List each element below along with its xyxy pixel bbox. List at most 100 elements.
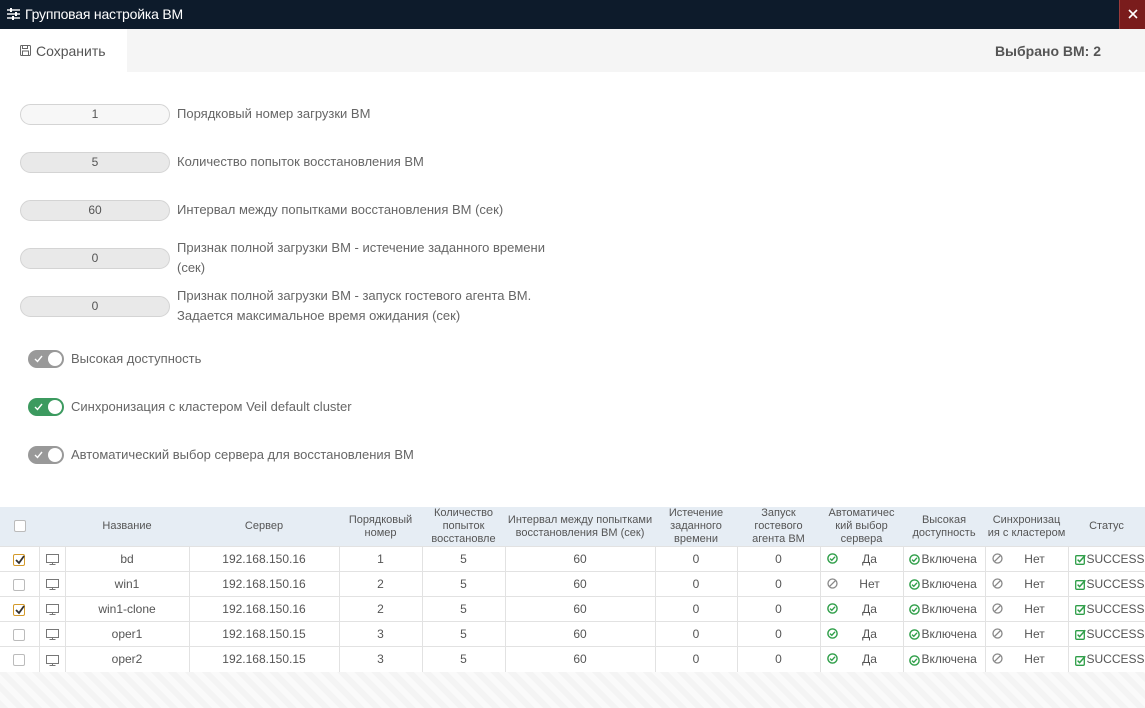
check-square-icon bbox=[1074, 605, 1086, 616]
row-checkbox[interactable] bbox=[13, 654, 26, 667]
header-sync[interactable]: Синхронизац ия с кластером bbox=[985, 507, 1068, 547]
restore-interval-input[interactable]: 60 bbox=[20, 200, 170, 221]
check-icon bbox=[15, 555, 25, 565]
toolbar: Сохранить Выбрано ВМ: 2 bbox=[0, 29, 1145, 72]
header-interval[interactable]: Интервал между попытками восстановления … bbox=[505, 507, 655, 547]
vm-server: 192.168.150.16 bbox=[188, 571, 339, 597]
vm-agent: 0 bbox=[736, 546, 820, 572]
vm-agent: 0 bbox=[736, 571, 820, 597]
vm-auto-cell: Да bbox=[819, 596, 903, 622]
check-square-icon bbox=[1074, 555, 1086, 566]
row-checkbox[interactable] bbox=[13, 578, 26, 591]
table-header-row: Название Сервер Порядковый номер Количес… bbox=[0, 507, 1145, 547]
vm-sync: Нет bbox=[1024, 602, 1045, 616]
header-name[interactable]: Название bbox=[65, 507, 189, 547]
header-attempts[interactable]: Количество попыток восстановле bbox=[422, 507, 505, 547]
vm-name: oper2 bbox=[64, 646, 189, 672]
check-icon bbox=[34, 403, 43, 411]
vm-icon-cell bbox=[38, 596, 65, 622]
vm-status: SUCCESS bbox=[1086, 552, 1145, 566]
monitor-icon bbox=[45, 654, 59, 666]
vm-auto: Да bbox=[862, 627, 877, 641]
window-title: Групповая настройка ВМ bbox=[25, 6, 183, 22]
vm-sync-cell: Нет bbox=[984, 571, 1068, 597]
floppy-disk-icon bbox=[20, 45, 31, 56]
header-ha[interactable]: Высокая доступность bbox=[903, 507, 985, 547]
save-button[interactable]: Сохранить bbox=[0, 29, 127, 72]
table-row[interactable]: win1-clone 192.168.150.16 2 5 60 0 0 Да … bbox=[0, 596, 1145, 622]
vm-status: SUCCESS bbox=[1086, 602, 1145, 616]
vm-icon-cell bbox=[38, 621, 65, 647]
vm-auto: Да bbox=[862, 602, 877, 616]
boot-timeout-input[interactable]: 0 bbox=[20, 248, 170, 269]
monitor-icon bbox=[45, 629, 59, 641]
vm-expire: 0 bbox=[654, 546, 737, 572]
vm-server: 192.168.150.16 bbox=[188, 596, 339, 622]
vm-interval: 60 bbox=[504, 596, 655, 622]
table-row[interactable]: oper1 192.168.150.15 3 5 60 0 0 Да Включ… bbox=[0, 621, 1145, 647]
header-auto[interactable]: Автоматичес кий выбор сервера bbox=[820, 507, 903, 547]
row-select-cell bbox=[0, 646, 39, 672]
vm-interval: 60 bbox=[504, 646, 655, 672]
vm-name: oper1 bbox=[64, 621, 189, 647]
vm-attempts: 5 bbox=[421, 621, 505, 647]
agent-timeout-input[interactable]: 0 bbox=[20, 296, 170, 317]
vm-ha: Включена bbox=[921, 652, 977, 667]
header-server[interactable]: Сервер bbox=[189, 507, 339, 547]
vm-expire: 0 bbox=[654, 646, 737, 672]
close-button[interactable] bbox=[1119, 0, 1145, 29]
selected-vm-count: Выбрано ВМ: 2 bbox=[994, 43, 1101, 59]
vm-icon-cell bbox=[38, 546, 65, 572]
table-row[interactable]: bd 192.168.150.16 1 5 60 0 0 Да Включена… bbox=[0, 546, 1145, 572]
auto-server-select-toggle[interactable] bbox=[28, 446, 64, 464]
vm-ha-cell: Включена bbox=[902, 621, 985, 647]
table-row[interactable]: oper2 192.168.150.15 3 5 60 0 0 Да Включ… bbox=[0, 646, 1145, 672]
vm-server: 192.168.150.15 bbox=[188, 621, 339, 647]
row-checkbox[interactable] bbox=[13, 553, 26, 566]
vm-auto: Нет bbox=[859, 577, 880, 591]
check-circle-icon bbox=[908, 654, 920, 666]
header-order[interactable]: Порядковый номер bbox=[339, 507, 422, 547]
row-select-cell bbox=[0, 546, 39, 572]
high-availability-toggle[interactable] bbox=[28, 350, 64, 368]
header-status[interactable]: Статус bbox=[1068, 507, 1145, 547]
row-checkbox[interactable] bbox=[13, 628, 26, 641]
vm-icon-cell bbox=[38, 571, 65, 597]
vm-auto: Да bbox=[862, 652, 877, 666]
vm-name: win1 bbox=[64, 571, 189, 597]
vm-order: 3 bbox=[338, 646, 422, 672]
vm-expire: 0 bbox=[654, 571, 737, 597]
vm-server: 192.168.150.16 bbox=[188, 546, 339, 572]
sliders-icon bbox=[7, 8, 20, 20]
vm-attempts: 5 bbox=[421, 571, 505, 597]
window-titlebar: Групповая настройка ВМ bbox=[0, 0, 1145, 29]
check-circle-icon bbox=[908, 579, 920, 591]
vm-sync: Нет bbox=[1024, 577, 1045, 591]
vm-status: SUCCESS bbox=[1086, 652, 1145, 667]
row-checkbox[interactable] bbox=[13, 603, 26, 616]
vm-ha: Включена bbox=[921, 552, 977, 566]
vm-auto-cell: Нет bbox=[819, 571, 903, 597]
vm-status-cell: SUCCESS bbox=[1067, 621, 1145, 647]
monitor-icon bbox=[45, 579, 59, 591]
header-agent[interactable]: Запуск гостевого агента ВМ bbox=[737, 507, 820, 547]
cluster-sync-toggle[interactable] bbox=[28, 398, 64, 416]
vm-interval: 60 bbox=[504, 571, 655, 597]
vm-auto: Да bbox=[862, 552, 877, 566]
boot-order-input[interactable]: 1 bbox=[20, 104, 170, 125]
vm-agent: 0 bbox=[736, 646, 820, 672]
vm-table: Название Сервер Порядковый номер Количес… bbox=[0, 507, 1145, 672]
vm-interval: 60 bbox=[504, 546, 655, 572]
save-button-label: Сохранить bbox=[36, 43, 106, 59]
vm-expire: 0 bbox=[654, 596, 737, 622]
vm-agent: 0 bbox=[736, 596, 820, 622]
table-row[interactable]: win1 192.168.150.16 2 5 60 0 0 Нет Включ… bbox=[0, 571, 1145, 597]
vm-status: SUCCESS bbox=[1086, 577, 1145, 591]
header-expire[interactable]: Истечение заданного времени bbox=[655, 507, 737, 547]
restore-attempts-input[interactable]: 5 bbox=[20, 152, 170, 173]
select-all-checkbox[interactable] bbox=[13, 520, 26, 533]
restore-interval-label: Интервал между попытками восстановления … bbox=[177, 202, 504, 217]
high-availability-label: Высокая доступность bbox=[71, 351, 202, 366]
vm-table-area: Название Сервер Порядковый номер Количес… bbox=[0, 507, 1145, 708]
check-square-icon bbox=[1074, 630, 1086, 641]
